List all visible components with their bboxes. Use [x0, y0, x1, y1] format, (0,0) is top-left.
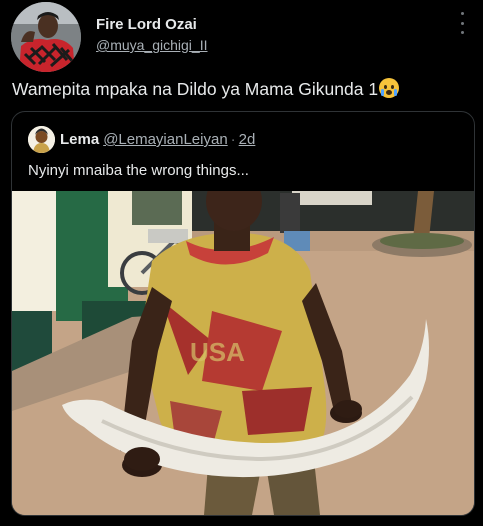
quoted-author-name[interactable]: Lema	[60, 131, 99, 148]
crying-face-emoji-icon	[379, 78, 400, 98]
tweet-text-content: Wamepita mpaka na Dildo ya Mama Gikunda …	[12, 79, 379, 99]
quoted-tweet-card[interactable]: Lema @LemayianLeiyan · 2d Nyinyi mnaiba the…	[11, 111, 475, 516]
author-avatar[interactable]	[11, 2, 81, 72]
quoted-author-line: Lema @LemayianLeiyan · 2d	[60, 131, 255, 148]
quoted-author-avatar[interactable]	[28, 126, 55, 153]
more-vertical-icon[interactable]	[455, 12, 469, 34]
quoted-timestamp[interactable]: 2d	[239, 131, 256, 148]
quoted-tweet-text: Nyinyi mnaiba the wrong things...	[28, 162, 249, 179]
tweet-text: Wamepita mpaka na Dildo ya Mama Gikunda …	[12, 78, 400, 100]
author-display-name[interactable]: Fire Lord Ozai	[96, 16, 197, 33]
quoted-tweet-photo[interactable]: USA	[12, 191, 474, 515]
svg-text:USA: USA	[190, 337, 245, 367]
quoted-author-handle[interactable]: @LemayianLeiyan	[103, 131, 227, 148]
author-handle[interactable]: @muya_gichigi_II	[96, 37, 208, 53]
dot-separator: ·	[230, 131, 236, 148]
